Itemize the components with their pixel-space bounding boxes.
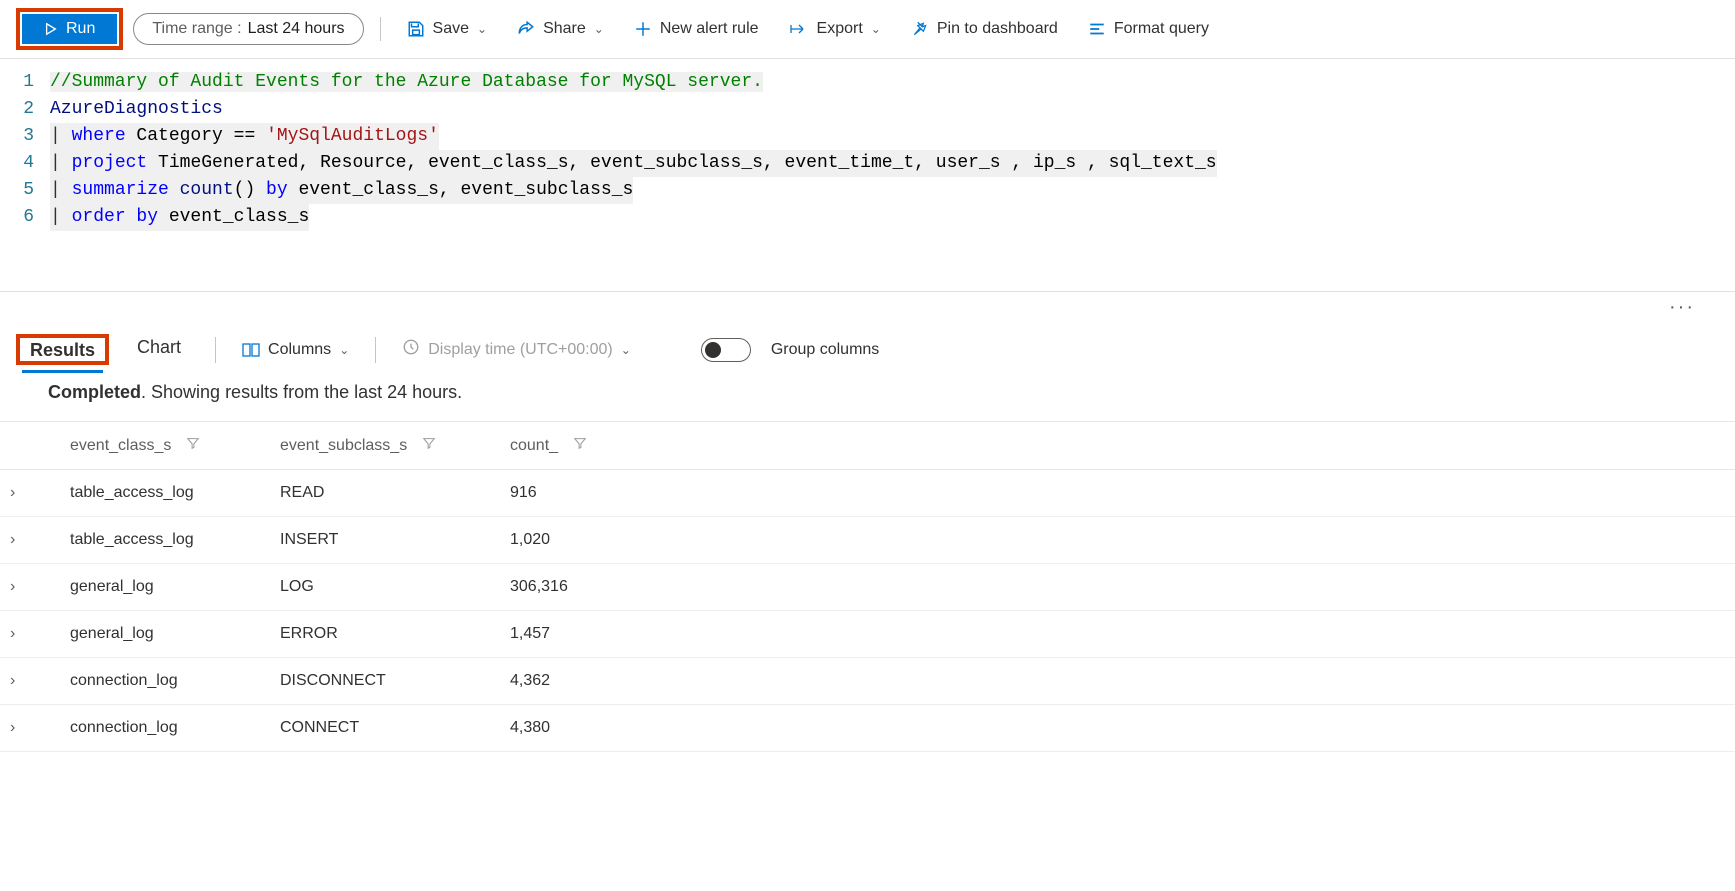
- line-number: 1: [0, 69, 50, 96]
- expand-row-icon[interactable]: ›: [0, 658, 60, 705]
- share-icon: [517, 20, 535, 38]
- run-button[interactable]: Run: [22, 14, 117, 44]
- query-editor[interactable]: 1 //Summary of Audit Events for the Azur…: [0, 59, 1735, 292]
- divider: [215, 337, 216, 363]
- format-label: Format query: [1114, 20, 1209, 38]
- run-button-highlight: Run: [16, 8, 123, 50]
- expand-row-icon[interactable]: ›: [0, 705, 60, 752]
- cell-count: 306,316: [500, 564, 1735, 611]
- line-number: 4: [0, 150, 50, 177]
- cell-event-subclass: DISCONNECT: [270, 658, 500, 705]
- export-button[interactable]: Export ⌄: [779, 14, 891, 44]
- column-header-event-subclass[interactable]: event_subclass_s: [270, 422, 500, 470]
- line-number: 2: [0, 96, 50, 123]
- pin-button[interactable]: Pin to dashboard: [901, 14, 1068, 44]
- cell-event-class: table_access_log: [60, 470, 270, 517]
- cell-event-class: table_access_log: [60, 517, 270, 564]
- query-toolbar: Run Time range : Last 24 hours Save ⌄ Sh…: [0, 0, 1735, 59]
- cell-count: 4,380: [500, 705, 1735, 752]
- tab-chart[interactable]: Chart: [129, 331, 189, 368]
- column-header-count[interactable]: count_: [500, 422, 1735, 470]
- table-row[interactable]: › table_access_log READ 916: [0, 470, 1735, 517]
- cell-event-subclass: CONNECT: [270, 705, 500, 752]
- expand-row-icon[interactable]: ›: [0, 517, 60, 564]
- cell-event-subclass: INSERT: [270, 517, 500, 564]
- table-row[interactable]: › general_log ERROR 1,457: [0, 611, 1735, 658]
- cell-event-subclass: ERROR: [270, 611, 500, 658]
- chevron-down-icon: ⌄: [477, 22, 487, 36]
- time-range-label: Time range :: [152, 20, 241, 38]
- results-table: event_class_s event_subclass_s count_ ›: [0, 422, 1735, 752]
- tab-results[interactable]: Results: [22, 334, 103, 373]
- divider: [375, 337, 376, 363]
- display-time-button: Display time (UTC+00:00) ⌄: [402, 338, 631, 361]
- line-number: 3: [0, 123, 50, 150]
- cell-count: 1,020: [500, 517, 1735, 564]
- time-range-value: Last 24 hours: [248, 20, 345, 38]
- cell-event-class: connection_log: [60, 705, 270, 752]
- query-status: Completed. Showing results from the last…: [0, 368, 1735, 422]
- filter-icon[interactable]: [186, 437, 200, 454]
- column-header-event-class[interactable]: event_class_s: [60, 422, 270, 470]
- results-tab-highlight: Results: [16, 334, 109, 365]
- status-rest: . Showing results from the last 24 hours…: [141, 382, 462, 402]
- chevron-down-icon: ⌄: [594, 22, 604, 36]
- group-columns-label: Group columns: [771, 341, 880, 359]
- export-label: Export: [817, 20, 863, 38]
- share-button[interactable]: Share ⌄: [507, 14, 614, 44]
- plus-icon: [634, 20, 652, 38]
- table-row[interactable]: › general_log LOG 306,316: [0, 564, 1735, 611]
- cell-event-subclass: READ: [270, 470, 500, 517]
- run-button-label: Run: [66, 20, 95, 38]
- filter-icon[interactable]: [573, 437, 587, 454]
- share-label: Share: [543, 20, 586, 38]
- new-alert-button[interactable]: New alert rule: [624, 14, 769, 44]
- group-columns-toggle[interactable]: [701, 338, 751, 362]
- line-number: 5: [0, 177, 50, 204]
- format-icon: [1088, 20, 1106, 38]
- expand-row-icon[interactable]: ›: [0, 564, 60, 611]
- time-range-picker[interactable]: Time range : Last 24 hours: [133, 13, 363, 45]
- cell-count: 1,457: [500, 611, 1735, 658]
- expand-row-icon[interactable]: ›: [0, 611, 60, 658]
- table-row[interactable]: › table_access_log INSERT 1,020: [0, 517, 1735, 564]
- table-row[interactable]: › connection_log CONNECT 4,380: [0, 705, 1735, 752]
- new-alert-label: New alert rule: [660, 20, 759, 38]
- table-row[interactable]: › connection_log DISCONNECT 4,362: [0, 658, 1735, 705]
- pin-icon: [911, 20, 929, 38]
- divider: [380, 17, 381, 41]
- cell-count: 916: [500, 470, 1735, 517]
- format-query-button[interactable]: Format query: [1078, 14, 1219, 44]
- columns-button[interactable]: Columns ⌄: [242, 341, 349, 359]
- export-icon: [789, 21, 809, 37]
- save-icon: [407, 20, 425, 38]
- columns-icon: [242, 342, 260, 358]
- columns-label: Columns: [268, 341, 331, 359]
- cell-count: 4,362: [500, 658, 1735, 705]
- cell-event-class: general_log: [60, 611, 270, 658]
- cell-event-class: connection_log: [60, 658, 270, 705]
- code-comment: //Summary of Audit Events for the Azure …: [50, 72, 763, 92]
- results-toolbar: Results Chart Columns ⌄ Display time (UT…: [0, 323, 1735, 368]
- cell-event-class: general_log: [60, 564, 270, 611]
- clock-icon: [402, 338, 420, 361]
- save-label: Save: [433, 20, 469, 38]
- chevron-down-icon: ⌄: [339, 343, 349, 357]
- play-icon: [44, 22, 58, 36]
- status-completed: Completed: [48, 382, 141, 402]
- chevron-down-icon: ⌄: [621, 343, 631, 357]
- more-menu[interactable]: ···: [0, 292, 1735, 323]
- display-time-label: Display time (UTC+00:00): [428, 341, 613, 359]
- expand-row-icon[interactable]: ›: [0, 470, 60, 517]
- save-button[interactable]: Save ⌄: [397, 14, 498, 44]
- cell-event-subclass: LOG: [270, 564, 500, 611]
- line-number: 6: [0, 204, 50, 231]
- pin-label: Pin to dashboard: [937, 20, 1058, 38]
- chevron-down-icon: ⌄: [871, 22, 881, 36]
- code-identifier: AzureDiagnostics: [50, 99, 223, 119]
- filter-icon[interactable]: [422, 437, 436, 454]
